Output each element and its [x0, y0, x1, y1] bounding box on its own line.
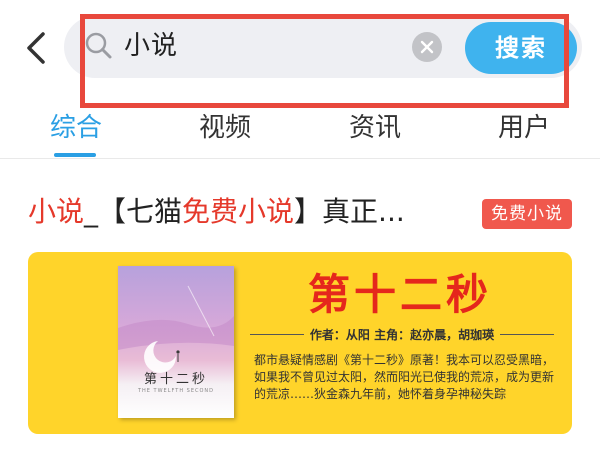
- tab-users[interactable]: 用户: [496, 106, 552, 150]
- cover-subtitle: THE TWELFTH SECOND: [137, 388, 215, 394]
- credit-rule-left: [250, 334, 304, 335]
- back-arrow-icon[interactable]: [20, 28, 52, 68]
- search-icon: [84, 31, 114, 61]
- search-input[interactable]: 小说: [124, 28, 178, 64]
- active-tab-indicator: [54, 153, 96, 157]
- cover-title: 第十二秒: [143, 372, 208, 387]
- title-text: 】真正...: [294, 195, 405, 228]
- search-button[interactable]: 搜索: [465, 22, 577, 74]
- book-promo-banner[interactable]: 第十二秒 THE TWELFTH SECOND 第十二秒 作者：从阳 主角：赵亦…: [28, 252, 572, 434]
- search-results-page: 小说 搜索 综合 视频 资讯 用户 小说_【七猫免费小说】真正... 免费小说: [0, 0, 600, 450]
- tab-bar: 综合 视频 资讯 用户: [0, 106, 600, 154]
- credit-text: 作者：从阳 主角：赵亦晨，胡珈瑛: [309, 328, 495, 342]
- credit-rule-right: [500, 334, 554, 335]
- clear-icon[interactable]: [412, 32, 442, 62]
- tab-news[interactable]: 资讯: [347, 106, 403, 150]
- tab-comprehensive[interactable]: 综合: [48, 106, 104, 150]
- free-novel-badge: 免费小说: [482, 199, 572, 229]
- divider: [0, 158, 600, 159]
- result-title-link[interactable]: 小说_【七猫免费小说】真正...: [28, 192, 405, 232]
- book-credits: 作者：从阳 主角：赵亦晨，胡珈瑛: [250, 326, 554, 343]
- book-description: 都市悬疑情感剧《第十二秒》原著！我本可以忍受黑暗，如果我不曾见过太阳，然而阳光已…: [254, 353, 555, 401]
- book-cover-image[interactable]: 第十二秒 THE TWELFTH SECOND: [118, 266, 234, 418]
- tab-video[interactable]: 视频: [197, 106, 253, 150]
- title-keyword: 小说: [28, 195, 85, 228]
- title-keyword: 免费小说: [182, 195, 295, 228]
- title-text: _【七猫: [84, 195, 183, 228]
- book-title: 第十二秒: [308, 270, 493, 319]
